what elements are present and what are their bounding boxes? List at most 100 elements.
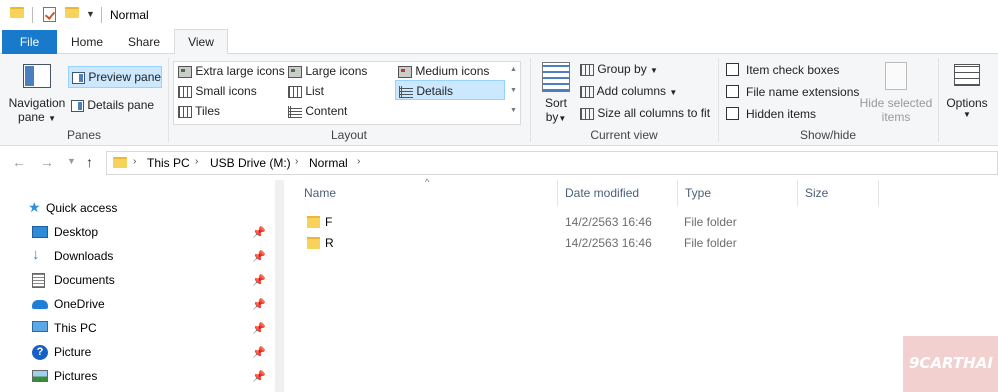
- pin-icon[interactable]: 📌: [252, 322, 266, 335]
- sidebar-item-pictures[interactable]: Pictures 📌: [28, 366, 278, 388]
- column-header-type[interactable]: Type: [685, 186, 711, 200]
- properties-icon[interactable]: [43, 7, 56, 22]
- forward-icon[interactable]: →: [40, 154, 54, 170]
- group-by-button[interactable]: Group by ▼: [580, 62, 658, 76]
- file-name-extensions-checkbox[interactable]: [726, 85, 739, 98]
- cloud-icon: [32, 300, 48, 309]
- column-divider[interactable]: [677, 180, 678, 206]
- panes-group-label: Panes: [66, 128, 102, 142]
- pin-icon[interactable]: 📌: [252, 346, 266, 359]
- chevron-right-icon[interactable]: ›: [357, 156, 360, 167]
- add-columns-button[interactable]: Add columns ▼: [580, 84, 677, 98]
- breadcrumb-normal[interactable]: Normal: [309, 156, 348, 170]
- layout-list[interactable]: List: [288, 84, 324, 98]
- gallery-more-icon[interactable]: ▼: [510, 107, 517, 114]
- layout-content[interactable]: Content: [288, 104, 347, 118]
- file-type: File folder: [684, 236, 737, 250]
- sidebar-item-picture[interactable]: ? Picture 📌: [28, 342, 278, 364]
- sidebar-item-quick-access[interactable]: ★ Quick access: [24, 198, 274, 220]
- medium-icons-icon: [398, 65, 412, 78]
- documents-icon: [32, 273, 45, 288]
- navigation-pane-button[interactable]: Navigation pane ▼: [8, 60, 66, 130]
- tab-file[interactable]: File: [2, 30, 57, 54]
- options-label: Options: [946, 96, 988, 110]
- watermark: 9CARTHAI: [903, 336, 998, 392]
- divider: [938, 58, 939, 142]
- size-all-columns-button[interactable]: Size all columns to fit: [580, 106, 710, 120]
- pin-icon[interactable]: 📌: [252, 298, 266, 311]
- preview-pane-button[interactable]: Preview pane: [68, 66, 162, 88]
- help-icon: ?: [32, 345, 48, 360]
- column-divider[interactable]: [878, 180, 879, 206]
- chevron-right-icon[interactable]: ›: [295, 156, 298, 167]
- back-icon[interactable]: ←: [12, 154, 26, 170]
- layout-tiles[interactable]: Tiles: [178, 104, 220, 118]
- column-header-date-modified[interactable]: Date modified: [565, 186, 639, 200]
- pin-icon[interactable]: 📌: [252, 250, 266, 263]
- sidebar-item-label: Documents: [54, 273, 115, 287]
- folder-icon: [307, 216, 320, 228]
- sort-by-button[interactable]: Sort by▼: [538, 60, 574, 130]
- layout-details[interactable]: Details: [395, 80, 505, 100]
- address-bar[interactable]: › This PC › USB Drive (M:) › Normal ›: [106, 151, 998, 175]
- breadcrumb-this-pc[interactable]: This PC: [147, 156, 190, 170]
- pin-icon[interactable]: 📌: [252, 370, 266, 383]
- folder-icon: [307, 237, 320, 249]
- column-header-name[interactable]: Name: [304, 186, 336, 200]
- options-button[interactable]: Options ▼: [942, 60, 992, 130]
- up-icon[interactable]: ↑: [86, 154, 93, 170]
- sidebar-scrollbar[interactable]: [275, 180, 284, 392]
- breadcrumb-usb-drive[interactable]: USB Drive (M:): [210, 156, 291, 170]
- layout-option-label: Large icons: [305, 64, 368, 78]
- layout-small-icons[interactable]: Small icons: [178, 84, 257, 98]
- gallery-down-icon[interactable]: ▼: [510, 87, 517, 94]
- large-icons-icon: [288, 65, 302, 78]
- file-name-extensions-label[interactable]: File name extensions: [746, 85, 859, 99]
- file-date: 14/2/2563 16:46: [565, 236, 652, 250]
- item-check-boxes-label[interactable]: Item check boxes: [746, 63, 839, 77]
- navigation-pane-label-2: pane ▼: [18, 110, 56, 124]
- hidden-items-checkbox[interactable]: [726, 107, 739, 120]
- column-header-size[interactable]: Size: [805, 186, 828, 200]
- new-folder-icon[interactable]: [65, 7, 79, 18]
- gallery-up-icon[interactable]: ▲: [510, 66, 517, 73]
- chevron-right-icon[interactable]: ›: [195, 156, 198, 167]
- sort-ascending-icon: ^: [425, 177, 430, 187]
- details-pane-icon: [71, 99, 84, 112]
- column-divider[interactable]: [557, 180, 558, 206]
- ribbon-tabs: File Home Share View: [0, 29, 998, 55]
- file-type: File folder: [684, 215, 737, 229]
- add-columns-label: Add columns: [596, 84, 667, 98]
- table-row[interactable]: R 14/2/2563 16:46 File folder: [305, 233, 998, 254]
- details-pane-button[interactable]: Details pane: [71, 98, 154, 112]
- pin-icon[interactable]: 📌: [252, 274, 266, 287]
- column-divider[interactable]: [797, 180, 798, 206]
- table-row[interactable]: F 14/2/2563 16:46 File folder: [305, 212, 998, 233]
- item-check-boxes-checkbox[interactable]: [726, 63, 739, 76]
- sidebar-item-this-pc[interactable]: This PC 📌: [28, 318, 278, 340]
- layout-option-label: Medium icons: [415, 64, 490, 78]
- sidebar-item-onedrive[interactable]: OneDrive 📌: [28, 294, 278, 316]
- sidebar-item-documents[interactable]: Documents 📌: [28, 270, 278, 292]
- recent-locations-icon[interactable]: ▼: [67, 156, 76, 166]
- layout-medium-icons[interactable]: Medium icons: [398, 64, 489, 78]
- navigation-pane-icon: [23, 64, 51, 88]
- chevron-right-icon[interactable]: ›: [133, 156, 136, 167]
- divider: [32, 7, 33, 23]
- tab-home[interactable]: Home: [62, 30, 112, 54]
- hidden-items-label[interactable]: Hidden items: [746, 107, 816, 121]
- tab-view[interactable]: View: [174, 29, 228, 55]
- group-by-label: Group by: [597, 62, 647, 76]
- navigation-pane-label: Navigation: [8, 96, 66, 110]
- tab-share[interactable]: Share: [118, 30, 170, 54]
- hide-selected-label: Hide selected: [859, 96, 933, 110]
- pin-icon[interactable]: 📌: [252, 226, 266, 239]
- sidebar-item-desktop[interactable]: Desktop 📌: [28, 222, 278, 244]
- hide-selected-items-button[interactable]: Hide selected items: [858, 60, 934, 130]
- add-columns-icon: [580, 85, 594, 98]
- window-title: Normal: [110, 8, 149, 22]
- layout-large-icons[interactable]: Large icons: [288, 64, 367, 78]
- layout-extra-large-icons[interactable]: Extra large icons: [178, 64, 285, 78]
- sidebar-item-downloads[interactable]: ↓ Downloads 📌: [28, 246, 278, 268]
- customize-toolbar-icon[interactable]: ▼: [86, 9, 95, 19]
